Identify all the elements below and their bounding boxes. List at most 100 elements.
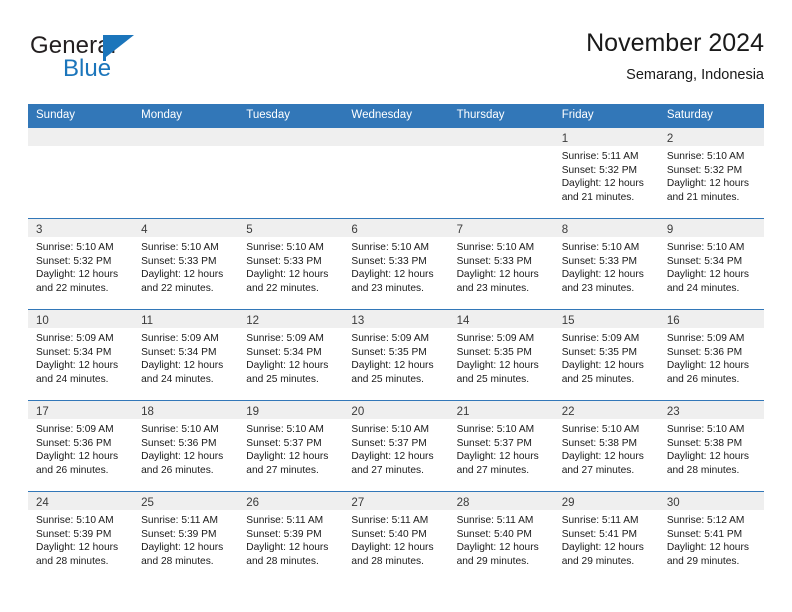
day-number: 29 <box>561 497 575 509</box>
calendar-day-cell[interactable]: 23 Sunrise: 5:10 AM Sunset: 5:38 PM Dayligh… <box>658 400 764 492</box>
day-cell-details <box>28 146 133 150</box>
daylight-text-line1: Daylight: 12 hours <box>456 542 539 553</box>
day-cell-inner: 9 Sunrise: 5:10 AM Sunset: 5:34 PM Daylight… <box>658 219 764 309</box>
daylight-text-line2: and 23 minutes. <box>561 282 635 294</box>
calendar-day-cell[interactable]: 3 Sunrise: 5:10 AM Sunset: 5:32 PM Daylight… <box>28 218 134 310</box>
sunrise-text: Sunrise: 5:11 AM <box>456 515 534 526</box>
calendar-week-row: 1 Sunrise: 5:11 AM Sunset: 5:32 PM Daylight… <box>28 127 764 219</box>
daylight-text-line2: and 29 minutes. <box>456 555 530 567</box>
calendar-day-cell[interactable]: 29 Sunrise: 5:11 AM Sunset: 5:41 PM Dayligh… <box>553 491 659 582</box>
day-number-band: 17 <box>28 401 134 419</box>
day-cell-inner <box>343 128 449 218</box>
daylight-text-line2: and 27 minutes. <box>246 464 319 476</box>
calendar-day-cell[interactable]: 18 Sunrise: 5:10 AM Sunset: 5:36 PM Dayligh… <box>133 400 239 492</box>
calendar-day-cell[interactable]: 13 Sunrise: 5:09 AM Sunset: 5:35 PM Dayligh… <box>343 309 449 401</box>
day-number: 20 <box>351 406 365 418</box>
day-cell-inner <box>238 128 344 218</box>
title-block: November 2024 Semarang, Indonesia <box>586 28 764 85</box>
sunset-text: Sunset: 5:33 PM <box>456 255 532 267</box>
sunset-text: Sunset: 5:34 PM <box>36 346 112 358</box>
daylight-text-line2: and 26 minutes. <box>141 464 214 476</box>
calendar-day-cell[interactable]: 1 Sunrise: 5:11 AM Sunset: 5:32 PM Daylight… <box>553 127 659 219</box>
calendar-day-cell[interactable]: 5 Sunrise: 5:10 AM Sunset: 5:33 PM Daylight… <box>238 218 344 310</box>
calendar-day-cell[interactable]: 16 Sunrise: 5:09 AM Sunset: 5:36 PM Dayligh… <box>658 309 764 401</box>
sunrise-text: Sunrise: 5:09 AM <box>666 333 745 344</box>
sunrise-text: Sunrise: 5:10 AM <box>666 151 745 162</box>
day-number: 19 <box>246 406 260 418</box>
calendar-day-cell[interactable]: 7 Sunrise: 5:10 AM Sunset: 5:33 PM Daylight… <box>448 218 554 310</box>
daylight-text-line2: and 25 minutes. <box>246 373 319 385</box>
sunset-text: Sunset: 5:38 PM <box>666 437 743 449</box>
day-cell-details: Sunrise: 5:12 AM Sunset: 5:41 PM Daylight:… <box>659 510 764 568</box>
day-cell-details: Sunrise: 5:11 AM Sunset: 5:32 PM Daylight:… <box>554 146 659 204</box>
calendar-page: General Blue November 2024 Semarang, Ind… <box>0 0 792 612</box>
calendar-day-cell[interactable]: 6 Sunrise: 5:10 AM Sunset: 5:33 PM Daylight… <box>343 218 449 310</box>
day-number: 24 <box>36 497 49 509</box>
day-number: 27 <box>351 497 365 509</box>
daylight-text-line2: and 21 minutes. <box>561 191 635 203</box>
day-cell-details: Sunrise: 5:10 AM Sunset: 5:34 PM Daylight:… <box>659 237 764 295</box>
day-cell-inner: 28 Sunrise: 5:11 AM Sunset: 5:40 PM Dayligh… <box>448 492 554 582</box>
calendar-day-cell[interactable]: 14 Sunrise: 5:09 AM Sunset: 5:35 PM Dayligh… <box>448 309 554 401</box>
calendar-day-cell[interactable]: 8 Sunrise: 5:10 AM Sunset: 5:33 PM Daylight… <box>553 218 659 310</box>
calendar-day-cell[interactable]: 27 Sunrise: 5:11 AM Sunset: 5:40 PM Dayligh… <box>343 491 449 582</box>
calendar-day-cell[interactable]: 24 Sunrise: 5:10 AM Sunset: 5:39 PM Dayligh… <box>28 491 134 582</box>
calendar-day-cell[interactable]: 4 Sunrise: 5:10 AM Sunset: 5:33 PM Daylight… <box>133 218 239 310</box>
sunrise-text: Sunrise: 5:10 AM <box>561 424 640 435</box>
daylight-text-line2: and 25 minutes. <box>561 373 635 385</box>
calendar-day-cell[interactable]: 28 Sunrise: 5:11 AM Sunset: 5:40 PM Dayligh… <box>448 491 554 582</box>
general-blue-logo: General Blue <box>30 32 210 90</box>
day-number-band <box>133 128 239 146</box>
sunset-text: Sunset: 5:34 PM <box>666 255 743 267</box>
calendar-day-cell[interactable]: 12 Sunrise: 5:09 AM Sunset: 5:34 PM Dayligh… <box>238 309 344 401</box>
daylight-text-line1: Daylight: 12 hours <box>561 178 644 189</box>
calendar-day-cell[interactable]: 20 Sunrise: 5:10 AM Sunset: 5:37 PM Dayligh… <box>343 400 449 492</box>
day-cell-inner: 29 Sunrise: 5:11 AM Sunset: 5:41 PM Dayligh… <box>553 492 659 582</box>
day-cell-inner: 18 Sunrise: 5:10 AM Sunset: 5:36 PM Dayligh… <box>133 401 239 491</box>
sunrise-text: Sunrise: 5:09 AM <box>246 333 324 344</box>
daylight-text-line1: Daylight: 12 hours <box>36 451 119 462</box>
day-cell-inner: 4 Sunrise: 5:10 AM Sunset: 5:33 PM Daylight… <box>133 219 239 309</box>
calendar-day-cell[interactable]: 15 Sunrise: 5:09 AM Sunset: 5:35 PM Dayligh… <box>553 309 659 401</box>
calendar-day-cell[interactable]: 30 Sunrise: 5:12 AM Sunset: 5:41 PM Dayligh… <box>658 491 764 582</box>
day-cell-inner: 15 Sunrise: 5:09 AM Sunset: 5:35 PM Dayligh… <box>553 310 659 400</box>
daylight-text-line1: Daylight: 12 hours <box>141 360 224 371</box>
day-cell-inner: 8 Sunrise: 5:10 AM Sunset: 5:33 PM Daylight… <box>553 219 659 309</box>
sunrise-text: Sunrise: 5:09 AM <box>36 333 114 344</box>
calendar-day-cell[interactable]: 2 Sunrise: 5:10 AM Sunset: 5:32 PM Daylight… <box>658 127 764 219</box>
daylight-text-line1: Daylight: 12 hours <box>456 360 539 371</box>
calendar-day-cell[interactable]: 25 Sunrise: 5:11 AM Sunset: 5:39 PM Dayligh… <box>133 491 239 582</box>
daylight-text-line2: and 24 minutes. <box>36 373 109 385</box>
day-number-band: 24 <box>28 492 134 510</box>
calendar-day-cell[interactable]: 17 Sunrise: 5:09 AM Sunset: 5:36 PM Dayligh… <box>28 400 134 492</box>
daylight-text-line2: and 22 minutes. <box>141 282 214 294</box>
calendar-day-cell[interactable]: 10 Sunrise: 5:09 AM Sunset: 5:34 PM Dayligh… <box>28 309 134 401</box>
sunset-text: Sunset: 5:37 PM <box>456 437 532 449</box>
calendar-day-cell[interactable]: 19 Sunrise: 5:10 AM Sunset: 5:37 PM Dayligh… <box>238 400 344 492</box>
day-cell-details: Sunrise: 5:10 AM Sunset: 5:33 PM Daylight:… <box>343 237 448 295</box>
calendar-day-cell[interactable]: 11 Sunrise: 5:09 AM Sunset: 5:34 PM Dayligh… <box>133 309 239 401</box>
daylight-text-line1: Daylight: 12 hours <box>246 269 329 280</box>
daylight-text-line1: Daylight: 12 hours <box>666 178 749 189</box>
daylight-text-line1: Daylight: 12 hours <box>456 451 539 462</box>
sunset-text: Sunset: 5:32 PM <box>36 255 112 267</box>
day-cell-inner: 23 Sunrise: 5:10 AM Sunset: 5:38 PM Dayligh… <box>658 401 764 491</box>
day-cell-inner: 6 Sunrise: 5:10 AM Sunset: 5:33 PM Daylight… <box>343 219 449 309</box>
calendar-day-cell[interactable]: 21 Sunrise: 5:10 AM Sunset: 5:37 PM Dayligh… <box>448 400 554 492</box>
calendar-day-cell[interactable]: 9 Sunrise: 5:10 AM Sunset: 5:34 PM Daylight… <box>658 218 764 310</box>
daylight-text-line2: and 28 minutes. <box>36 555 109 567</box>
day-cell-details: Sunrise: 5:09 AM Sunset: 5:34 PM Daylight:… <box>133 328 238 386</box>
day-number: 30 <box>666 497 680 509</box>
calendar-day-cell[interactable]: 22 Sunrise: 5:10 AM Sunset: 5:38 PM Dayligh… <box>553 400 659 492</box>
flag-sail <box>106 35 134 57</box>
day-cell-details: Sunrise: 5:10 AM Sunset: 5:37 PM Daylight:… <box>343 419 448 477</box>
calendar-day-cell[interactable]: 26 Sunrise: 5:11 AM Sunset: 5:39 PM Dayligh… <box>238 491 344 582</box>
day-cell-inner: 12 Sunrise: 5:09 AM Sunset: 5:34 PM Dayligh… <box>238 310 344 400</box>
daylight-text-line2: and 25 minutes. <box>351 373 424 385</box>
sunset-text: Sunset: 5:36 PM <box>36 437 112 449</box>
day-number-band: 9 <box>658 219 764 237</box>
day-cell-details: Sunrise: 5:10 AM Sunset: 5:32 PM Daylight:… <box>28 237 133 295</box>
sunrise-text: Sunrise: 5:11 AM <box>141 515 218 526</box>
sunset-text: Sunset: 5:40 PM <box>351 528 427 540</box>
weekday-header-saturday: Saturday <box>658 104 764 128</box>
